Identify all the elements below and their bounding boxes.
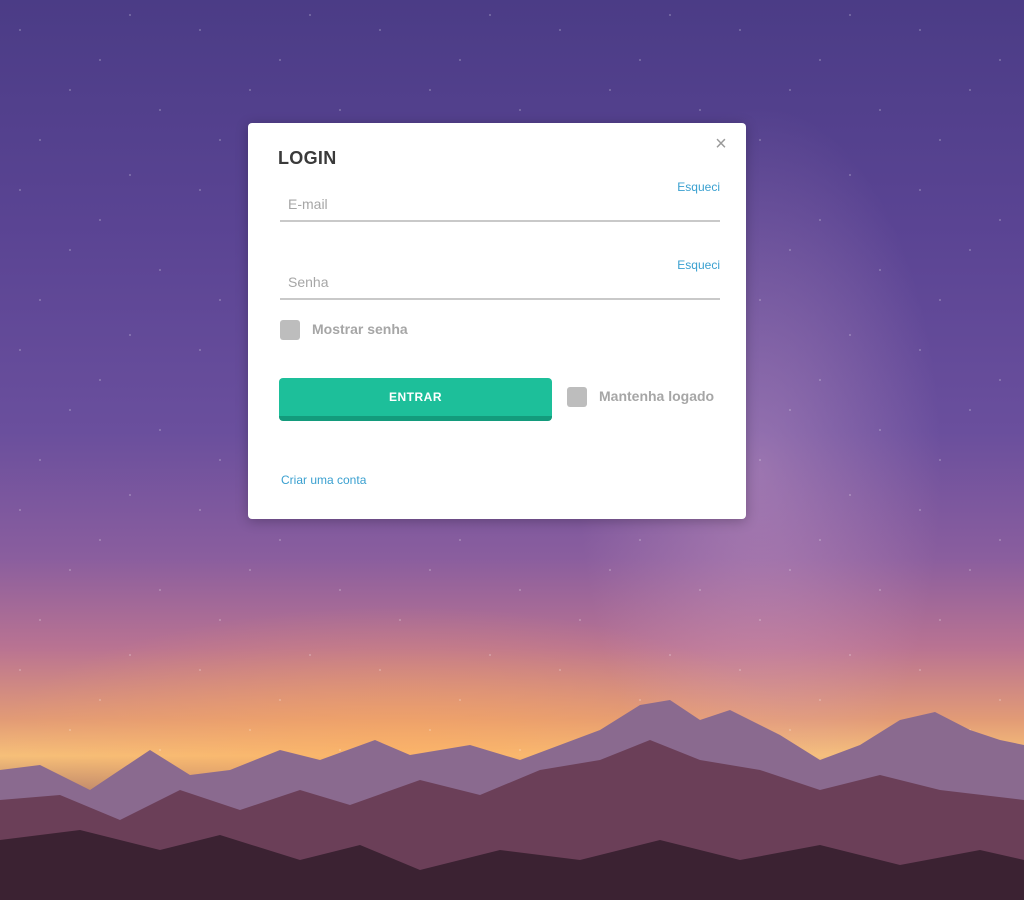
login-title: LOGIN [278,148,337,168]
password-field[interactable] [280,266,720,300]
create-account-link[interactable]: Criar uma conta [281,473,366,487]
email-field[interactable] [280,188,720,222]
keep-logged-checkbox[interactable] [567,387,587,407]
keep-logged-label: Mantenha logado [599,388,715,404]
show-password-label: Mostrar senha [312,321,408,337]
login-modal: LOGIN × Esqueci Esqueci Mostrar senha EN… [248,123,746,519]
close-icon[interactable]: × [712,134,730,154]
show-password-checkbox[interactable] [280,320,300,340]
login-submit-button[interactable]: ENTRAR [279,378,552,421]
